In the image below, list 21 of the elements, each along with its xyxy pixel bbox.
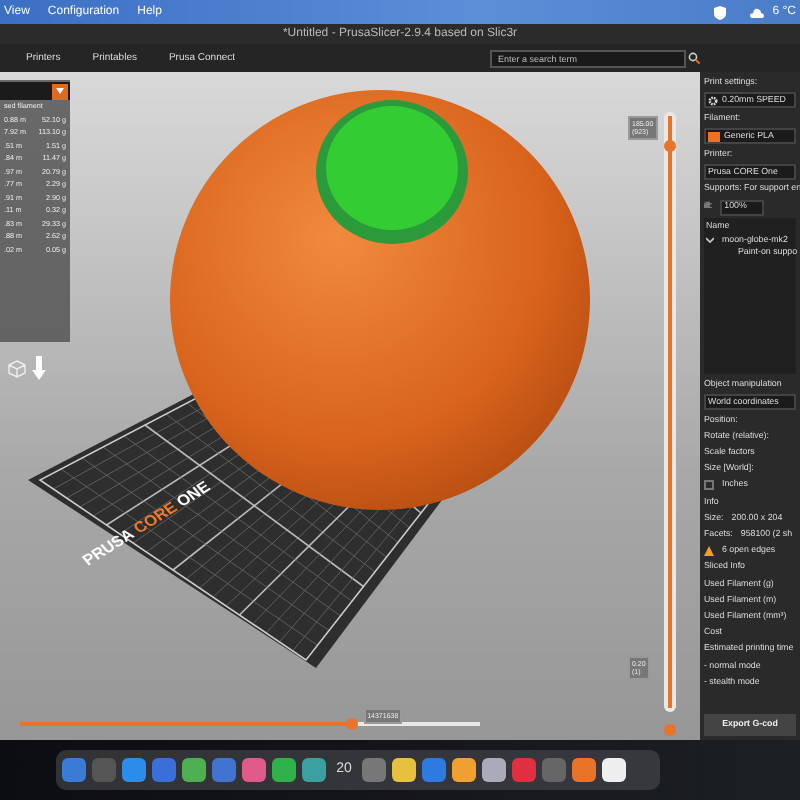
app-icon[interactable] bbox=[602, 758, 626, 782]
slider-track[interactable] bbox=[20, 721, 480, 727]
slider-thumb[interactable] bbox=[664, 724, 676, 736]
cube-icon[interactable] bbox=[8, 360, 26, 378]
caret-icon bbox=[56, 88, 64, 94]
arrow-down-icon[interactable] bbox=[32, 356, 46, 380]
slider-thumb[interactable] bbox=[345, 718, 358, 730]
search-icon[interactable] bbox=[688, 52, 700, 64]
legend-dropdown[interactable] bbox=[0, 82, 70, 100]
app-icon[interactable] bbox=[182, 758, 206, 782]
filament-color-swatch bbox=[708, 131, 720, 141]
app-icon[interactable] bbox=[482, 758, 506, 782]
warning-icon bbox=[704, 546, 714, 556]
app-icon[interactable] bbox=[392, 758, 416, 782]
app-icon[interactable] bbox=[452, 758, 476, 782]
inches-checkbox[interactable] bbox=[704, 480, 714, 491]
slider-track[interactable] bbox=[664, 112, 676, 712]
shield-icon[interactable] bbox=[714, 5, 727, 19]
cloud-icon bbox=[750, 7, 765, 17]
settings-icon[interactable] bbox=[708, 95, 718, 106]
app-icon[interactable] bbox=[272, 758, 296, 782]
